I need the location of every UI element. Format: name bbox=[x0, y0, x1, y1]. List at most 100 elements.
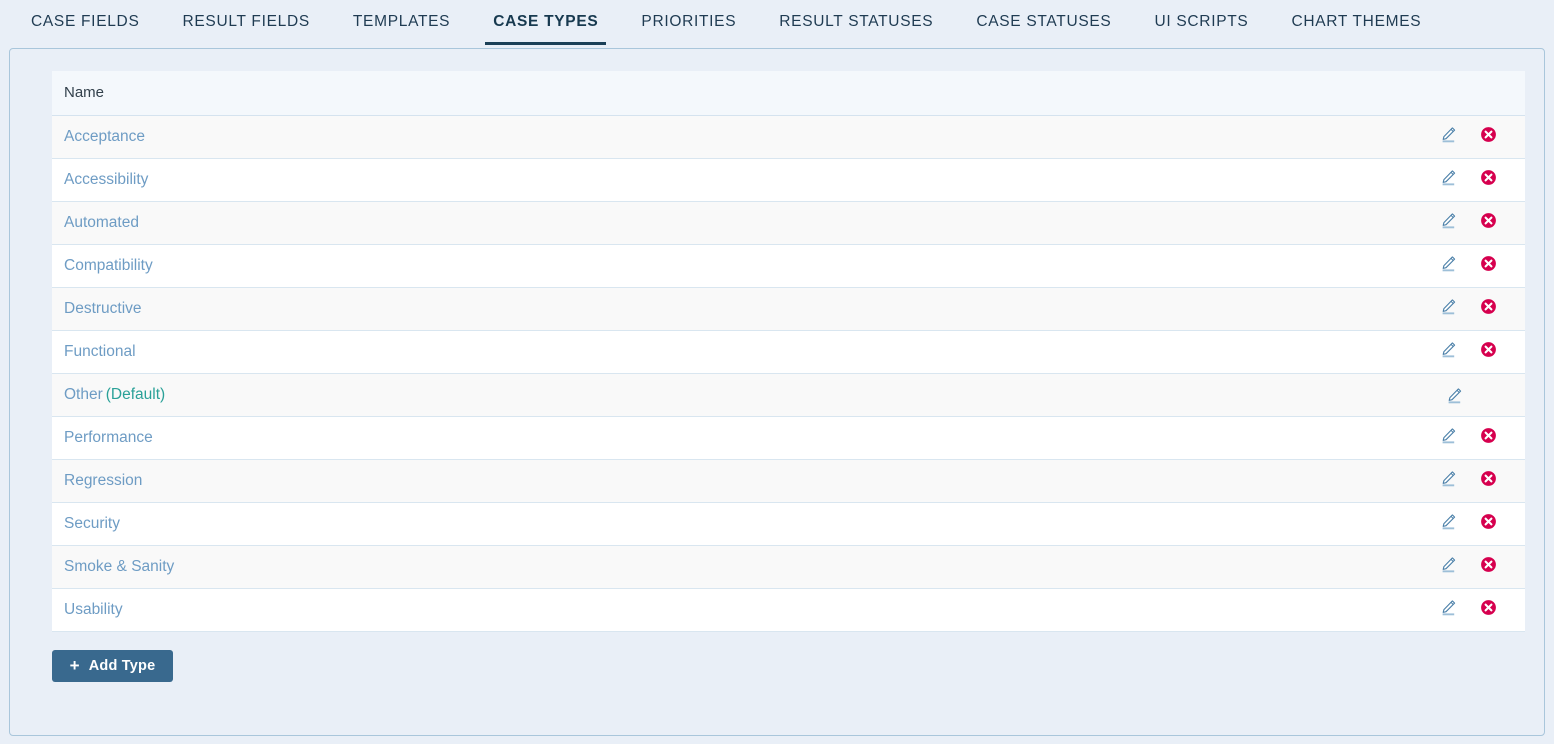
table-header-row: Name bbox=[52, 71, 1525, 116]
case-type-link[interactable]: Destructive bbox=[64, 300, 142, 317]
cell-actions bbox=[788, 330, 1525, 374]
tab-case-statuses[interactable]: CASE STATUSES bbox=[976, 0, 1111, 49]
cell-name: Automated bbox=[52, 201, 789, 245]
table-row: Regression bbox=[52, 459, 1525, 503]
cell-name: Performance bbox=[52, 416, 789, 460]
case-type-link[interactable]: Functional bbox=[64, 343, 136, 360]
delete-circle-icon[interactable] bbox=[1473, 212, 1503, 234]
table-row: Usability bbox=[52, 588, 1525, 632]
default-badge: (Default) bbox=[105, 385, 166, 403]
delete-circle-icon[interactable] bbox=[1473, 255, 1503, 277]
pencil-edit-icon[interactable] bbox=[1433, 341, 1463, 363]
cell-actions bbox=[788, 373, 1525, 417]
pencil-edit-icon[interactable] bbox=[1439, 387, 1469, 409]
delete-circle-icon[interactable] bbox=[1473, 341, 1503, 363]
column-header-name: Name bbox=[52, 71, 789, 116]
column-header-actions bbox=[788, 71, 1525, 116]
delete-circle-icon[interactable] bbox=[1473, 599, 1503, 621]
case-type-link[interactable]: Automated bbox=[64, 214, 139, 231]
case-type-link[interactable]: Other bbox=[64, 386, 103, 403]
cell-name: Accessibility bbox=[52, 158, 789, 202]
pencil-edit-icon[interactable] bbox=[1433, 556, 1463, 578]
tab-label: RESULT STATUSES bbox=[779, 13, 934, 30]
cell-name: Other (Default) bbox=[52, 373, 789, 417]
plus-icon: + bbox=[69, 655, 80, 675]
cell-actions bbox=[788, 588, 1525, 632]
case-type-link[interactable]: Usability bbox=[64, 601, 123, 618]
add-type-button-label: Add Type bbox=[88, 658, 156, 674]
cell-name: Regression bbox=[52, 459, 789, 503]
cell-actions bbox=[788, 502, 1525, 546]
cell-actions bbox=[788, 545, 1525, 589]
cell-name: Smoke & Sanity bbox=[52, 545, 789, 589]
cell-actions bbox=[788, 158, 1525, 202]
cell-actions bbox=[788, 416, 1525, 460]
tab-label: PRIORITIES bbox=[641, 13, 737, 30]
delete-circle-icon[interactable] bbox=[1473, 556, 1503, 578]
pencil-edit-icon[interactable] bbox=[1433, 298, 1463, 320]
delete-circle-icon[interactable] bbox=[1473, 513, 1503, 535]
tab-chart-themes[interactable]: CHART THEMES bbox=[1291, 0, 1421, 49]
case-type-link[interactable]: Accessibility bbox=[64, 171, 148, 188]
pencil-edit-icon[interactable] bbox=[1433, 599, 1463, 621]
cell-name: Destructive bbox=[52, 287, 789, 331]
tab-case-fields[interactable]: CASE FIELDS bbox=[31, 0, 139, 49]
table-row: Destructive bbox=[52, 287, 1525, 331]
case-type-link[interactable]: Acceptance bbox=[64, 128, 145, 145]
cell-actions bbox=[788, 201, 1525, 245]
cell-name: Usability bbox=[52, 588, 789, 632]
settings-tab-bar: CASE FIELDS RESULT FIELDS TEMPLATES CASE TY… bbox=[0, 0, 1554, 49]
tab-label: CHART THEMES bbox=[1291, 13, 1422, 30]
case-types-table: Name Acceptance Accessibility Automated Com… bbox=[52, 71, 1525, 632]
table-row: Security bbox=[52, 502, 1525, 546]
pencil-edit-icon[interactable] bbox=[1433, 513, 1463, 535]
table-row: Smoke & Sanity bbox=[52, 545, 1525, 589]
delete-circle-icon[interactable] bbox=[1473, 427, 1503, 449]
pencil-edit-icon[interactable] bbox=[1433, 126, 1463, 148]
cell-actions bbox=[788, 115, 1525, 159]
case-type-link[interactable]: Performance bbox=[64, 429, 153, 446]
pencil-edit-icon[interactable] bbox=[1433, 212, 1463, 234]
cell-name: Security bbox=[52, 502, 789, 546]
table-row: Functional bbox=[52, 330, 1525, 374]
pencil-edit-icon[interactable] bbox=[1433, 169, 1463, 191]
tab-templates[interactable]: TEMPLATES bbox=[353, 0, 450, 49]
table-body: Acceptance Accessibility Automated Compatib… bbox=[52, 115, 1525, 632]
case-types-panel: Name Acceptance Accessibility Automated Com… bbox=[9, 48, 1545, 736]
delete-circle-icon[interactable] bbox=[1473, 470, 1503, 492]
tab-ui-scripts[interactable]: UI SCRIPTS bbox=[1154, 0, 1248, 49]
table-row: Compatibility bbox=[52, 244, 1525, 288]
tab-label: CASE TYPES bbox=[493, 13, 599, 30]
pencil-edit-icon[interactable] bbox=[1433, 255, 1463, 277]
delete-circle-icon[interactable] bbox=[1473, 169, 1503, 191]
cell-name: Compatibility bbox=[52, 244, 789, 288]
tab-label: CASE STATUSES bbox=[976, 13, 1112, 30]
tab-label: UI SCRIPTS bbox=[1154, 13, 1249, 30]
cell-actions bbox=[788, 287, 1525, 331]
case-type-link[interactable]: Compatibility bbox=[64, 257, 153, 274]
cell-actions bbox=[788, 244, 1525, 288]
delete-circle-icon[interactable] bbox=[1473, 126, 1503, 148]
add-type-button[interactable]: + Add Type bbox=[52, 650, 173, 682]
pencil-edit-icon[interactable] bbox=[1433, 470, 1463, 492]
delete-circle-icon[interactable] bbox=[1473, 298, 1503, 320]
table-header: Name bbox=[52, 71, 1525, 116]
case-type-link[interactable]: Regression bbox=[64, 472, 142, 489]
table-row: Automated bbox=[52, 201, 1525, 245]
table-row: Accessibility bbox=[52, 158, 1525, 202]
actions-spacer bbox=[1473, 380, 1525, 402]
tab-label: RESULT FIELDS bbox=[182, 13, 310, 30]
tab-label: TEMPLATES bbox=[352, 13, 451, 30]
cell-name: Acceptance bbox=[52, 115, 789, 159]
tab-case-types[interactable]: CASE TYPES bbox=[485, 0, 607, 49]
table-row: Acceptance bbox=[52, 115, 1525, 159]
cell-actions bbox=[788, 459, 1525, 503]
pencil-edit-icon[interactable] bbox=[1433, 427, 1463, 449]
tab-result-statuses[interactable]: RESULT STATUSES bbox=[779, 0, 933, 49]
table-row: Other (Default) bbox=[52, 373, 1525, 417]
tab-priorities[interactable]: PRIORITIES bbox=[641, 0, 736, 49]
tab-result-fields[interactable]: RESULT FIELDS bbox=[182, 0, 309, 49]
tab-label: CASE FIELDS bbox=[31, 13, 140, 30]
case-type-link[interactable]: Smoke & Sanity bbox=[64, 558, 174, 575]
case-type-link[interactable]: Security bbox=[64, 515, 120, 532]
